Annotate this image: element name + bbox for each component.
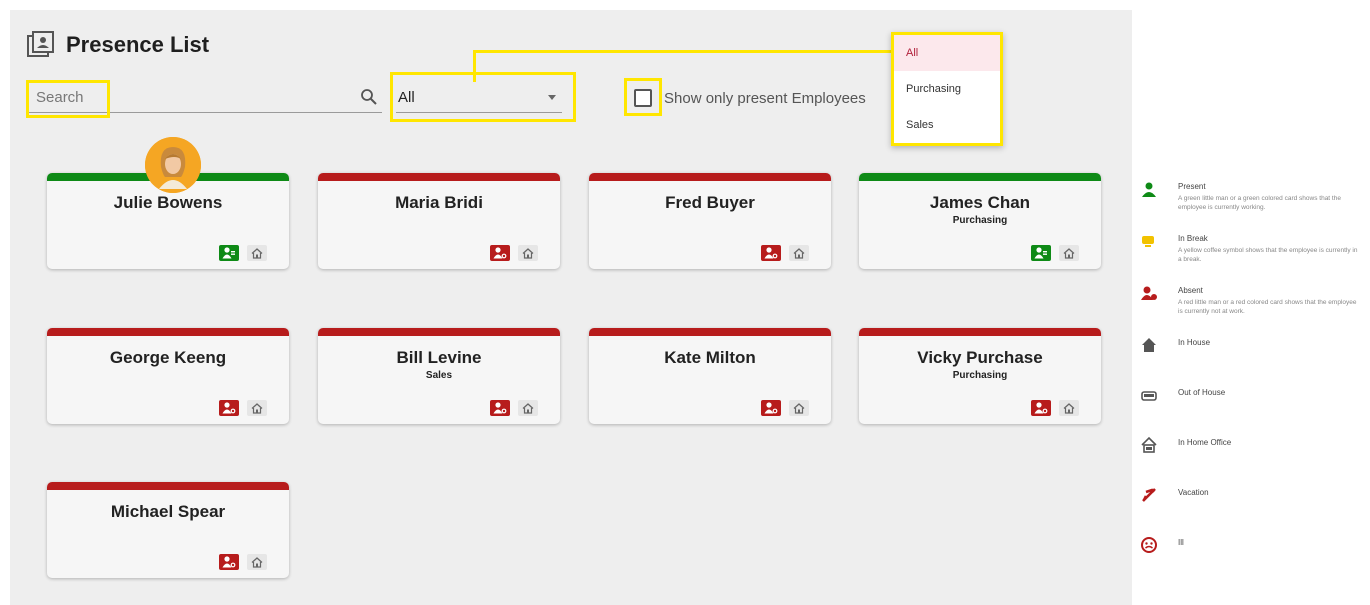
dropdown-option-purchasing[interactable]: Purchasing bbox=[894, 71, 1000, 107]
avatar bbox=[145, 137, 201, 193]
search-input[interactable] bbox=[28, 82, 358, 112]
absent-person-icon bbox=[490, 245, 510, 261]
employee-name: Julie Bowens bbox=[113, 193, 223, 212]
status-bar bbox=[47, 328, 289, 336]
legend-title: In House bbox=[1178, 338, 1211, 347]
legend-title: In Home Office bbox=[1178, 438, 1232, 447]
absent-person-icon bbox=[1031, 400, 1051, 416]
absent-person-icon bbox=[490, 400, 510, 416]
annotation-connector bbox=[473, 50, 476, 82]
status-bar bbox=[47, 482, 289, 490]
legend-title: In Break bbox=[1178, 234, 1208, 243]
employee-card[interactable]: Maria Bridi bbox=[318, 173, 560, 269]
department-filter-select[interactable]: All bbox=[396, 82, 562, 113]
house-icon bbox=[1059, 400, 1079, 416]
present-only-checkbox[interactable] bbox=[634, 89, 652, 107]
house-icon bbox=[1142, 338, 1156, 352]
house-icon bbox=[789, 245, 809, 261]
employee-name: James Chan bbox=[929, 193, 1031, 212]
present-person-icon bbox=[1142, 182, 1156, 197]
present-person-icon bbox=[219, 245, 239, 261]
status-bar bbox=[589, 328, 831, 336]
employee-name: Kate Milton bbox=[664, 348, 756, 367]
legend-title: Vacation bbox=[1178, 488, 1209, 497]
present-only-toggle[interactable]: Show only present Employees bbox=[634, 89, 866, 107]
annotation-connector bbox=[473, 50, 893, 53]
status-bar bbox=[318, 173, 560, 181]
house-icon bbox=[247, 245, 267, 261]
employee-card[interactable]: Michael Spear bbox=[47, 482, 289, 578]
status-bar bbox=[318, 328, 560, 336]
car-icon bbox=[1141, 391, 1157, 401]
department-filter-value: All bbox=[398, 89, 415, 106]
house-icon bbox=[789, 400, 809, 416]
employee-card[interactable]: James Chan Purchasing bbox=[859, 173, 1101, 269]
employee-department: Purchasing bbox=[952, 215, 1008, 226]
sick-face-icon bbox=[1141, 537, 1157, 553]
legend-description: A green little man or a green colored ca… bbox=[1178, 195, 1341, 211]
home-office-icon bbox=[1141, 436, 1157, 453]
dropdown-option-all[interactable]: All bbox=[894, 35, 1000, 71]
page-title: Presence List bbox=[66, 32, 210, 57]
absent-person-icon bbox=[1141, 286, 1157, 300]
house-icon bbox=[1059, 245, 1079, 261]
legend-title: Present bbox=[1178, 182, 1206, 191]
house-icon bbox=[518, 245, 538, 261]
employee-name: Vicky Purchase bbox=[917, 348, 1043, 367]
house-icon bbox=[247, 554, 267, 570]
absent-person-icon bbox=[761, 245, 781, 261]
employee-card[interactable]: Fred Buyer bbox=[589, 173, 831, 269]
employee-department: Sales bbox=[425, 370, 453, 381]
legend-title: Absent bbox=[1178, 286, 1203, 295]
presence-list-panel: Presence List All Show only present Empl… bbox=[10, 10, 1132, 605]
contact-card-icon bbox=[27, 31, 54, 57]
house-icon bbox=[518, 400, 538, 416]
status-bar bbox=[589, 173, 831, 181]
airplane-icon bbox=[1142, 488, 1156, 502]
absent-person-icon bbox=[761, 400, 781, 416]
coffee-cup-icon bbox=[1142, 236, 1154, 247]
employee-card[interactable]: George Keeng bbox=[47, 328, 289, 424]
status-bar bbox=[859, 328, 1101, 336]
employee-card[interactable]: Vicky Purchase Purchasing bbox=[859, 328, 1101, 424]
page-header: Presence List bbox=[26, 30, 209, 60]
employee-department: Purchasing bbox=[952, 370, 1008, 381]
employee-name: George Keeng bbox=[109, 348, 227, 367]
department-dropdown-menu: All Purchasing Sales bbox=[891, 32, 1003, 146]
house-icon bbox=[247, 400, 267, 416]
present-person-icon bbox=[1031, 245, 1051, 261]
employee-name: Maria Bridi bbox=[395, 193, 483, 212]
employee-photo bbox=[145, 137, 201, 193]
employee-name: Michael Spear bbox=[110, 502, 226, 521]
absent-person-icon bbox=[219, 400, 239, 416]
dropdown-option-sales[interactable]: Sales bbox=[894, 107, 1000, 143]
employee-name: Fred Buyer bbox=[665, 193, 755, 212]
search-icon[interactable] bbox=[360, 88, 378, 106]
legend-description: A red little man or a red colored card s… bbox=[1178, 299, 1357, 315]
legend-title: Ill bbox=[1178, 538, 1184, 547]
employee-name: Bill Levine bbox=[396, 348, 482, 367]
legend-description: A yellow coffee symbol shows that the em… bbox=[1178, 247, 1358, 263]
status-bar bbox=[859, 173, 1101, 181]
employee-card[interactable]: Kate Milton bbox=[589, 328, 831, 424]
employee-card[interactable]: Bill Levine Sales bbox=[318, 328, 560, 424]
chevron-down-icon bbox=[548, 95, 556, 100]
legend-title: Out of House bbox=[1178, 388, 1226, 397]
search-field bbox=[28, 82, 382, 113]
present-only-label: Show only present Employees bbox=[664, 89, 866, 107]
absent-person-icon bbox=[219, 554, 239, 570]
